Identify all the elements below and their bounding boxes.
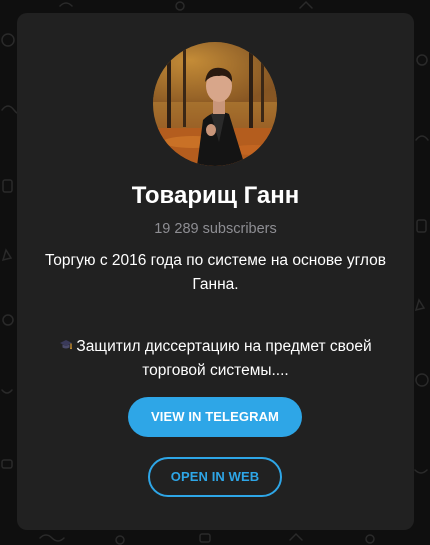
channel-card: Товарищ Ганн 19 289 subscribers Торгую с… — [17, 13, 414, 530]
open-in-web-button[interactable]: OPEN IN WEB — [148, 457, 282, 497]
channel-description-line2-container: Защитил диссертацию на предмет своей тор… — [35, 335, 396, 383]
view-in-telegram-button[interactable]: VIEW IN TELEGRAM — [128, 397, 302, 437]
channel-description-line2: Защитил диссертацию на предмет своей тор… — [76, 338, 372, 379]
channel-title: Товарищ Ганн — [131, 182, 300, 209]
graduation-cap-icon — [59, 336, 73, 350]
subscriber-count: 19 289 subscribers — [154, 221, 277, 237]
channel-avatar — [153, 42, 277, 166]
channel-description-line1: Торгую с 2016 года по системе на основе … — [44, 252, 386, 293]
